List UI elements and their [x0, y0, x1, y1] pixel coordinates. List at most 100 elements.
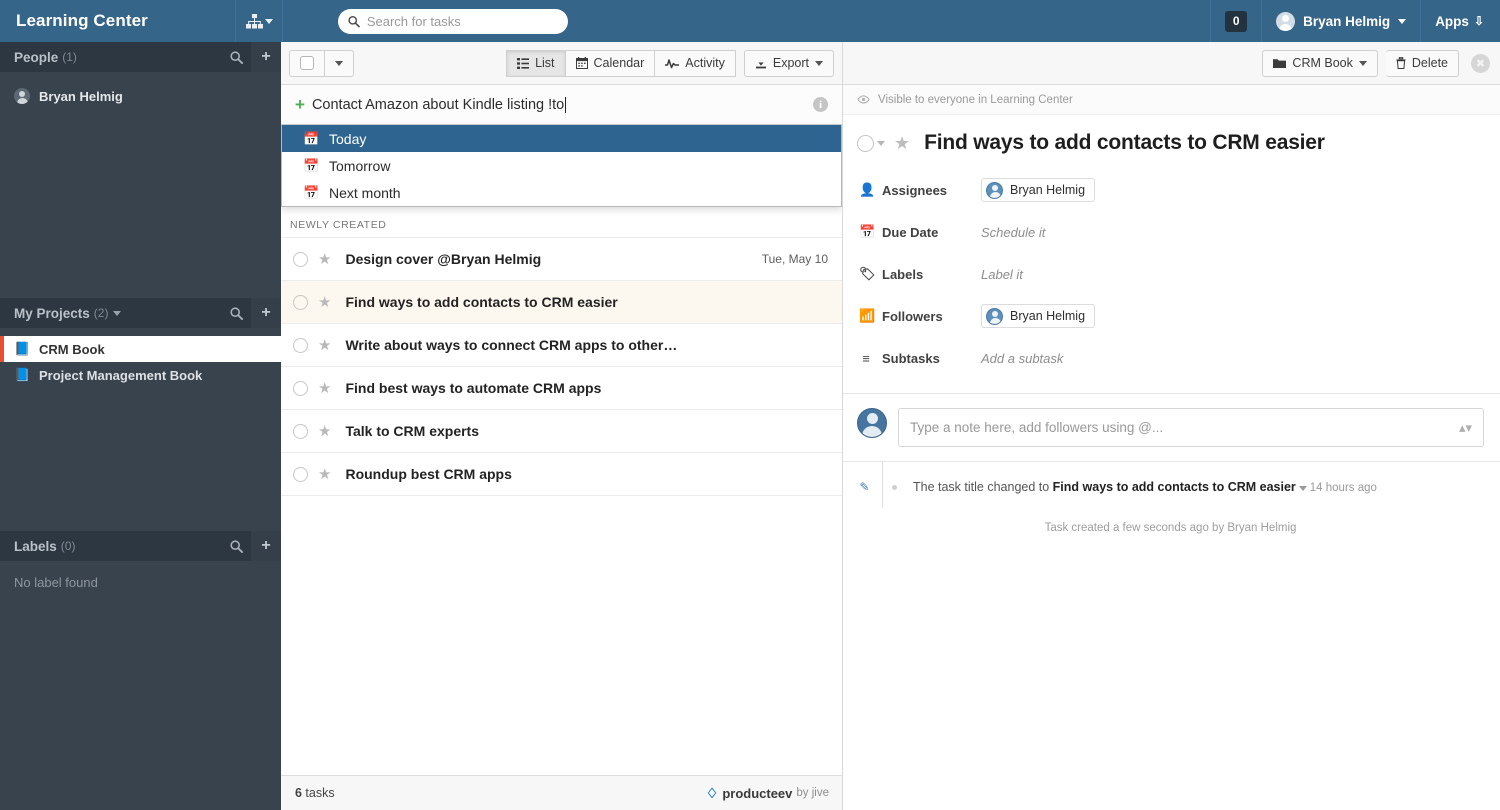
spacer: [0, 328, 281, 336]
select-all-group: [289, 50, 354, 77]
subtasks-value[interactable]: Add a subtask: [981, 351, 1063, 366]
sitemap-icon: [246, 14, 263, 29]
notifications-button[interactable]: 0: [1210, 0, 1261, 42]
calendar-icon: 📅: [859, 224, 873, 240]
due-date-value[interactable]: Schedule it: [981, 225, 1045, 240]
close-icon[interactable]: ✖: [1471, 54, 1490, 73]
caret-down-icon[interactable]: [877, 141, 885, 146]
calendar-icon: 📅: [303, 158, 318, 174]
star-icon[interactable]: ★: [318, 250, 331, 268]
tab-calendar[interactable]: Calendar: [566, 50, 656, 77]
follower-chip[interactable]: Bryan Helmig: [981, 304, 1095, 328]
meta-label-text: Assignees: [882, 183, 947, 198]
person-avatar-icon: [14, 88, 30, 104]
workspace-title: Learning Center: [0, 0, 235, 42]
tag-icon: 🏷: [859, 266, 873, 282]
search-icon: [230, 307, 243, 320]
select-all-dropdown[interactable]: [325, 50, 354, 77]
tab-list[interactable]: List: [506, 50, 565, 77]
meta-row-labels: 🏷 Labels Label it: [843, 253, 1500, 295]
avatar: [986, 182, 1003, 199]
task-complete-toggle[interactable]: [857, 135, 874, 152]
activity-timestamp: 14 hours ago: [1310, 482, 1377, 494]
table-row[interactable]: ★ Find best ways to automate CRM apps: [281, 366, 842, 409]
search-icon: [230, 540, 243, 553]
notifications-count-badge: 0: [1225, 11, 1247, 32]
book-icon: 📘: [14, 367, 30, 383]
projects-search-button[interactable]: [221, 298, 251, 328]
rss-icon: 📶: [859, 308, 873, 324]
chevron-double-down-icon: ⇩: [1474, 15, 1484, 27]
star-icon[interactable]: ★: [318, 379, 331, 397]
sidebar-person-item[interactable]: Bryan Helmig: [0, 80, 281, 112]
caret-down-icon[interactable]: [113, 311, 121, 316]
tab-activity[interactable]: Activity: [655, 50, 736, 77]
list-icon: [517, 58, 529, 69]
project-selector-button[interactable]: CRM Book: [1262, 50, 1377, 77]
labels-add-button[interactable]: +: [251, 531, 281, 561]
star-icon[interactable]: ★: [318, 336, 331, 354]
detail-toolbar: CRM Book Delete ✖: [843, 42, 1500, 85]
table-row[interactable]: ★ Design cover @Bryan Helmig Tue, May 10: [281, 237, 842, 280]
select-all-checkbox[interactable]: [289, 50, 325, 77]
task-complete-toggle[interactable]: [293, 252, 308, 267]
spacer: [0, 112, 281, 298]
checkbox-icon: [300, 56, 314, 70]
export-button[interactable]: Export: [744, 50, 834, 77]
people-title: People: [14, 50, 58, 65]
autocomplete-option-next-month[interactable]: 📅 Next month: [282, 179, 841, 206]
projects-add-button[interactable]: +: [251, 298, 281, 328]
user-menu[interactable]: Bryan Helmig: [1261, 0, 1420, 42]
meta-label-text: Labels: [882, 267, 923, 282]
apps-menu[interactable]: Apps ⇩: [1420, 0, 1500, 42]
delete-button[interactable]: Delete: [1386, 50, 1459, 77]
projects-title: My Projects: [14, 306, 90, 321]
labels-value[interactable]: Label it: [981, 267, 1023, 282]
task-title: Find best ways to automate CRM apps: [345, 380, 601, 396]
detail-title-row: ★ Find ways to add contacts to CRM easie…: [843, 115, 1500, 169]
star-icon[interactable]: ★: [318, 422, 331, 440]
top-right-group: 0 Bryan Helmig Apps ⇩: [1210, 0, 1500, 42]
timeline-divider: [882, 462, 883, 508]
org-chart-button[interactable]: [235, 0, 283, 42]
autocomplete-option-today[interactable]: 📅 Today: [282, 125, 841, 152]
task-complete-toggle[interactable]: [293, 338, 308, 353]
table-row[interactable]: ★ Write about ways to connect CRM apps t…: [281, 323, 842, 366]
person-name: Bryan Helmig: [39, 89, 123, 104]
info-icon[interactable]: i: [813, 97, 828, 112]
assignee-chip[interactable]: Bryan Helmig: [981, 178, 1095, 202]
add-task-row[interactable]: + Contact Amazon about Kindle listing !t…: [281, 85, 842, 125]
delete-label: Delete: [1412, 56, 1448, 70]
meta-label-text: Due Date: [882, 225, 938, 240]
activity-prefix: The task title changed to: [913, 480, 1053, 494]
table-row[interactable]: ★ Talk to CRM experts: [281, 409, 842, 452]
task-complete-toggle[interactable]: [293, 381, 308, 396]
autocomplete-option-tomorrow[interactable]: 📅 Tomorrow: [282, 152, 841, 179]
search-input[interactable]: [367, 14, 558, 29]
star-icon[interactable]: ★: [894, 133, 910, 154]
timeline-dot: [892, 485, 897, 490]
task-complete-toggle[interactable]: [293, 467, 308, 482]
people-add-button[interactable]: +: [251, 42, 281, 72]
task-complete-toggle[interactable]: [293, 295, 308, 310]
star-icon[interactable]: ★: [318, 465, 331, 483]
table-row[interactable]: ★ Roundup best CRM apps: [281, 452, 842, 495]
labels-search-button[interactable]: [221, 531, 251, 561]
task-count-label: tasks: [302, 786, 335, 800]
note-input[interactable]: [910, 420, 1459, 435]
search-box[interactable]: [338, 9, 568, 34]
sidebar-item-crm-book[interactable]: 📘 CRM Book: [0, 336, 281, 362]
caret-down-icon[interactable]: [1299, 486, 1307, 491]
note-input-wrapper[interactable]: ▴▾: [898, 408, 1484, 447]
people-count: (1): [62, 50, 77, 64]
table-row[interactable]: ★ Find ways to add contacts to CRM easie…: [281, 280, 842, 323]
task-complete-toggle[interactable]: [293, 424, 308, 439]
star-icon[interactable]: ★: [318, 293, 331, 311]
sidebar-item-project-management-book[interactable]: 📘 Project Management Book: [0, 362, 281, 388]
subtask-icon: ≡: [859, 351, 873, 366]
expand-icon[interactable]: ▴▾: [1459, 420, 1472, 436]
people-search-button[interactable]: [221, 42, 251, 72]
add-task-input[interactable]: Contact Amazon about Kindle listing !to: [312, 97, 564, 113]
brand-name: producteev: [722, 786, 792, 801]
caret-down-icon: [335, 61, 343, 66]
